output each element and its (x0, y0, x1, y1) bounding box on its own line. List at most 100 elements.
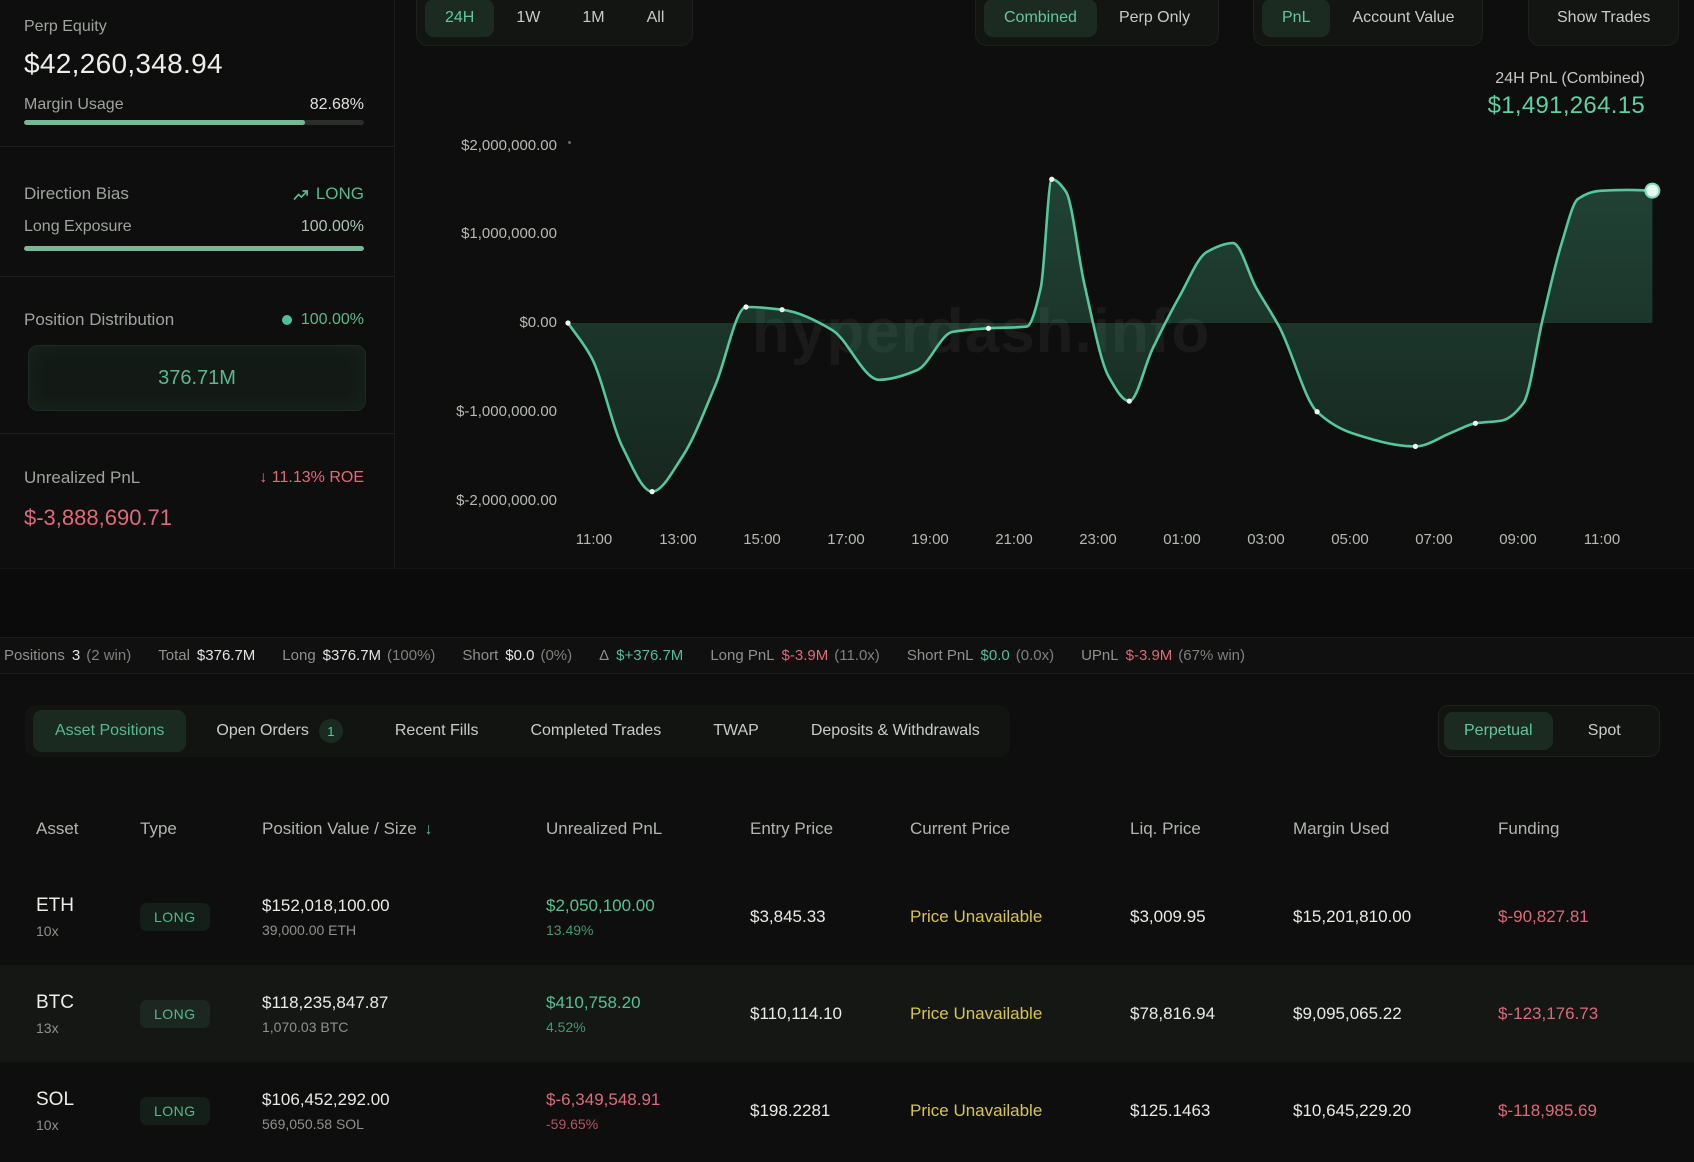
market-perpetual[interactable]: Perpetual (1444, 712, 1553, 750)
x-tick-label: 21:00 (982, 531, 1046, 548)
funding-cell: $-90,827.81 (1498, 907, 1694, 927)
table-header: Asset Type Position Value / Size↓ Unreal… (0, 790, 1694, 868)
positions-summary-bar: Positions3(2 win)Total$376.7MLong$376.7M… (0, 637, 1694, 674)
summary-item-δ: Δ$+376.7M (599, 647, 683, 664)
metric-toggle-group: PnLAccount Value (1253, 0, 1483, 46)
tab-open-orders[interactable]: Open Orders1 (194, 710, 364, 752)
unrealized-pnl-cell: $-6,349,548.91-59.65% (546, 1090, 750, 1132)
chart-pnl-value: $1,491,264.15 (1488, 92, 1645, 120)
position-value-cell: $152,018,100.0039,000.00 ETH (262, 896, 546, 938)
asset-cell: ETH10x (36, 895, 140, 939)
range-all[interactable]: All (627, 0, 685, 37)
tab-recent-fills[interactable]: Recent Fills (373, 710, 501, 752)
x-tick-label: 09:00 (1486, 531, 1550, 548)
summary-item-upnl: UPnL$-3.9M(67% win) (1081, 647, 1245, 664)
y-tick-label: $2,000,000.00 (380, 137, 557, 154)
x-tick-label: 15:00 (730, 531, 794, 548)
position-row-eth[interactable]: ETH10xLONG $152,018,100.0039,000.00 ETH$2… (0, 868, 1694, 965)
col-position-value[interactable]: Position Value / Size↓ (262, 819, 546, 839)
range-24h[interactable]: 24H (425, 0, 494, 37)
data-point-marker (1315, 409, 1320, 414)
latest-value-marker (1645, 184, 1659, 198)
metric-pnl[interactable]: PnL (1262, 0, 1330, 37)
data-point-marker (779, 307, 784, 312)
mode-combined[interactable]: Combined (984, 0, 1097, 37)
tab-count-badge: 1 (319, 719, 343, 743)
data-point-marker (649, 489, 654, 494)
unrealized-pnl-cell: $410,758.204.52% (546, 993, 750, 1035)
tab-asset-positions[interactable]: Asset Positions (33, 710, 186, 752)
x-tick-label: 19:00 (898, 531, 962, 548)
position-row-btc[interactable]: BTC13xLONG$118,235,847.871,070.03 BTC$41… (0, 965, 1694, 1062)
col-margin-used: Margin Used (1293, 819, 1498, 839)
type-cell: LONG (140, 903, 262, 931)
y-tick-label: $0.00 (380, 314, 557, 331)
margin-used-cell: $10,645,229.20 (1293, 1101, 1498, 1121)
data-point-marker (1413, 444, 1418, 449)
data-point-marker (1049, 177, 1054, 182)
col-type: Type (140, 819, 262, 839)
summary-item-short-pnl: Short PnL$0.0(0.0x) (907, 647, 1054, 664)
long-badge: LONG (140, 903, 210, 931)
position-value-cell: $118,235,847.871,070.03 BTC (262, 993, 546, 1035)
x-tick-label: 03:00 (1234, 531, 1298, 548)
range-1w[interactable]: 1W (496, 0, 560, 37)
current-price-cell: Price Unavailable (910, 907, 1130, 927)
margin-used-cell: $15,201,810.00 (1293, 907, 1498, 927)
tab-deposits-withdrawals[interactable]: Deposits & Withdrawals (789, 710, 1002, 752)
liq-price-cell: $78,816.94 (1130, 1004, 1293, 1024)
y-tick-label: $1,000,000.00 (380, 225, 557, 242)
long-badge: LONG (140, 1097, 210, 1125)
x-tick-label: 11:00 (1570, 531, 1634, 548)
summary-item-total: Total$376.7M (158, 647, 255, 664)
mode-toggle-group: CombinedPerp Only (975, 0, 1219, 46)
market-toggle: PerpetualSpot (1438, 705, 1660, 757)
entry-price-cell: $110,114.10 (750, 1004, 910, 1024)
data-point-marker (1473, 421, 1478, 426)
summary-item-long-pnl: Long PnL$-3.9M(11.0x) (710, 647, 880, 664)
col-current-price: Current Price (910, 819, 1130, 839)
positions-tabbar: Asset PositionsOpen Orders1Recent FillsC… (25, 705, 1010, 757)
entry-price-cell: $198.2281 (750, 1101, 910, 1121)
summary-item-long: Long$376.7M(100%) (282, 647, 435, 664)
show-trades-button[interactable]: Show Trades (1537, 0, 1670, 37)
x-tick-label: 13:00 (646, 531, 710, 548)
data-point-marker (743, 304, 748, 309)
liq-price-cell: $125.1463 (1130, 1101, 1293, 1121)
market-spot[interactable]: Spot (1555, 712, 1655, 750)
type-cell: LONG (140, 1000, 262, 1028)
col-unrealized-pnl: Unrealized PnL (546, 819, 750, 839)
sort-desc-icon: ↓ (425, 821, 433, 838)
col-entry-price: Entry Price (750, 819, 910, 839)
data-point-marker (565, 320, 570, 325)
col-asset: Asset (36, 819, 140, 839)
metric-account-value[interactable]: Account Value (1332, 0, 1474, 37)
position-row-sol[interactable]: SOL10xLONG$106,452,292.00569,050.58 SOL$… (0, 1062, 1694, 1159)
data-point-marker (1127, 399, 1132, 404)
x-tick-label: 23:00 (1066, 531, 1130, 548)
margin-used-cell: $9,095,065.22 (1293, 1004, 1498, 1024)
y-axis-max-dot (568, 141, 571, 144)
funding-cell: $-123,176.73 (1498, 1004, 1694, 1024)
x-tick-label: 01:00 (1150, 531, 1214, 548)
col-liq-price: Liq. Price (1130, 819, 1293, 839)
hyperdash-dashboard: Perp Equity $42,260,348.94 Margin Usage … (0, 0, 1694, 1162)
tab-twap[interactable]: TWAP (691, 710, 781, 752)
long-badge: LONG (140, 1000, 210, 1028)
x-tick-label: 07:00 (1402, 531, 1466, 548)
unrealized-pnl-cell: $2,050,100.0013.49% (546, 896, 750, 938)
section-gap (0, 568, 1694, 637)
entry-price-cell: $3,845.33 (750, 907, 910, 927)
time-range-group: 24H1W1MAll (416, 0, 693, 46)
summary-item-short: Short$0.0(0%) (462, 647, 572, 664)
position-value-cell: $106,452,292.00569,050.58 SOL (262, 1090, 546, 1132)
current-price-cell: Price Unavailable (910, 1004, 1130, 1024)
mode-perp-only[interactable]: Perp Only (1099, 0, 1210, 37)
tab-completed-trades[interactable]: Completed Trades (508, 710, 683, 752)
current-price-cell: Price Unavailable (910, 1101, 1130, 1121)
x-tick-label: 11:00 (562, 531, 626, 548)
funding-cell: $-118,985.69 (1498, 1101, 1694, 1121)
range-1m[interactable]: 1M (562, 0, 624, 37)
asset-positions-table: Asset Type Position Value / Size↓ Unreal… (0, 790, 1694, 1159)
asset-cell: SOL10x (36, 1089, 140, 1133)
